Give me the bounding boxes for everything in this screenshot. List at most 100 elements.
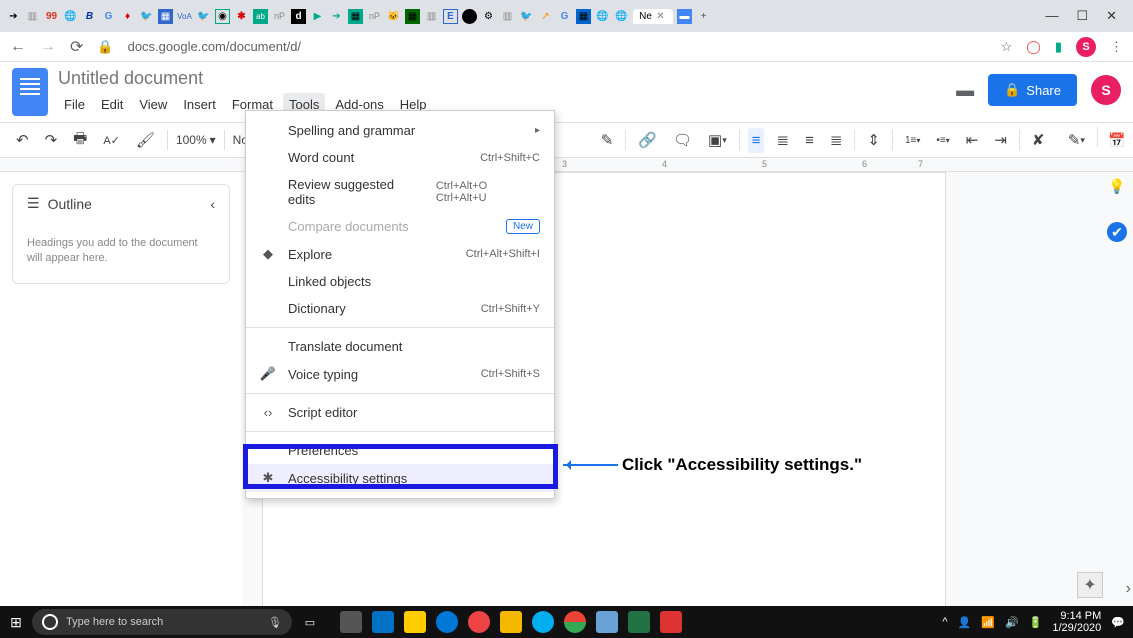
align-left-button[interactable]: ≡ xyxy=(748,128,765,153)
side-panel-show-button[interactable]: › xyxy=(1126,580,1131,598)
document-title[interactable]: Untitled document xyxy=(58,68,946,89)
tab-icon[interactable]: 99 xyxy=(44,9,59,24)
taskbar-app-icon[interactable] xyxy=(564,611,586,633)
tab-icon[interactable]: ▶ xyxy=(310,9,325,24)
tab-icon[interactable]: ▥ xyxy=(500,9,515,24)
tab-icon[interactable]: 🐦 xyxy=(196,9,211,24)
taskbar-app-icon[interactable] xyxy=(436,611,458,633)
tab-icon[interactable]: 🐦 xyxy=(139,9,154,24)
tab-icon[interactable]: G xyxy=(557,9,572,24)
tab-icon[interactable]: d xyxy=(291,9,306,24)
tab-icon[interactable]: 🌐 xyxy=(614,9,629,24)
undo-button[interactable]: ↶ xyxy=(12,127,33,153)
taskbar-app-icon[interactable] xyxy=(596,611,618,633)
tray-wifi-icon[interactable]: 📶 xyxy=(981,616,995,629)
tasks-icon[interactable]: ✔ xyxy=(1107,222,1127,242)
line-spacing-button[interactable]: ⇕ xyxy=(863,127,884,153)
tab-icon[interactable]: VoA xyxy=(177,9,192,24)
menu-view[interactable]: View xyxy=(133,93,173,116)
bookmark-star-icon[interactable]: ☆ xyxy=(1001,39,1013,55)
profile-avatar-icon[interactable]: S xyxy=(1076,37,1096,57)
tab-icon[interactable]: ab xyxy=(253,9,268,24)
reload-button[interactable]: ⟳ xyxy=(70,37,83,57)
menu-spelling[interactable]: Spelling and grammar ▸ xyxy=(246,117,554,144)
tab-icon[interactable]: ↗ xyxy=(538,9,553,24)
close-window-button[interactable]: ✕ xyxy=(1106,8,1117,24)
opera-ext-icon[interactable]: ◯ xyxy=(1026,39,1041,55)
add-comment-button[interactable]: 🗨 xyxy=(669,127,696,153)
increase-indent-button[interactable]: ⇥ xyxy=(990,127,1011,153)
tab-icon[interactable]: ◉ xyxy=(215,9,230,24)
tab-icon[interactable]: ➔ xyxy=(6,9,21,24)
menu-voice-typing[interactable]: 🎤 Voice typing Ctrl+Shift+S xyxy=(246,360,554,388)
tray-volume-icon[interactable]: 🔊 xyxy=(1005,616,1019,629)
taskbar-app-icon[interactable] xyxy=(372,611,394,633)
tab-active[interactable]: Ne ✕ xyxy=(633,9,673,24)
share-button[interactable]: 🔒 Share xyxy=(988,74,1077,106)
taskbar-app-icon[interactable] xyxy=(500,611,522,633)
taskbar-app-icon[interactable] xyxy=(340,611,362,633)
tray-user-icon[interactable]: 👤 xyxy=(958,616,972,629)
menu-review-edits[interactable]: Review suggested edits Ctrl+Alt+O Ctrl+A… xyxy=(246,171,554,213)
browser-menu-icon[interactable]: ⋮ xyxy=(1110,39,1123,55)
tab-icon[interactable]: ▬ xyxy=(677,9,692,24)
taskbar-search[interactable]: Type here to search 🎙 xyxy=(32,609,292,635)
tab-icon[interactable]: ▥ xyxy=(25,9,40,24)
align-center-button[interactable]: ≣ xyxy=(772,127,793,153)
menu-word-count[interactable]: Word count Ctrl+Shift+C xyxy=(246,144,554,171)
tab-icon[interactable]: ▦ xyxy=(576,9,591,24)
taskbar-app-icon[interactable] xyxy=(404,611,426,633)
tab-icon[interactable]: ▦ xyxy=(405,9,420,24)
numbered-list-button[interactable]: 1≡▾ xyxy=(901,131,924,150)
taskbar-app-icon[interactable] xyxy=(660,611,682,633)
menu-file[interactable]: File xyxy=(58,93,91,116)
bulleted-list-button[interactable]: •≡▾ xyxy=(932,131,953,150)
outline-collapse-button[interactable]: ‹ xyxy=(210,196,215,212)
taskbar-app-icon[interactable] xyxy=(532,611,554,633)
align-justify-button[interactable]: ≣ xyxy=(826,127,847,153)
start-button[interactable]: ⊞ xyxy=(0,614,32,631)
tab-icon[interactable]: ♦ xyxy=(120,9,135,24)
new-tab-button[interactable]: + xyxy=(696,9,711,24)
tab-icon[interactable]: B xyxy=(82,9,97,24)
menu-translate[interactable]: Translate document xyxy=(246,333,554,360)
align-right-button[interactable]: ≡ xyxy=(801,128,818,153)
tab-icon[interactable]: G xyxy=(101,9,116,24)
tab-icon[interactable]: 🌐 xyxy=(595,9,610,24)
forward-button[interactable]: → xyxy=(40,38,56,56)
tab-icon[interactable]: 🐦 xyxy=(519,9,534,24)
tray-overflow-button[interactable]: ^ xyxy=(942,616,947,628)
highlight-color-button[interactable]: ✎ xyxy=(597,127,618,153)
menu-script-editor[interactable]: ‹› Script editor xyxy=(246,399,554,426)
tab-icon[interactable]: 🌐 xyxy=(63,9,78,24)
tab-icon[interactable]: nP xyxy=(272,9,287,24)
zoom-select[interactable]: 100% ▾ xyxy=(176,133,216,147)
task-view-button[interactable]: ▭ xyxy=(300,616,320,629)
tray-battery-icon[interactable]: 🔋 xyxy=(1029,616,1043,629)
tab-icon[interactable]: ✱ xyxy=(234,9,249,24)
action-center-icon[interactable]: 💬 xyxy=(1111,616,1125,629)
tab-icon[interactable]: E xyxy=(443,9,458,24)
menu-insert[interactable]: Insert xyxy=(177,93,222,116)
editing-mode-button[interactable]: ✎ ▾ xyxy=(1064,127,1089,153)
calendar-icon[interactable]: 📅 xyxy=(1107,130,1127,150)
url-field[interactable]: docs.google.com/document/d/ xyxy=(128,39,987,54)
taskbar-clock[interactable]: 9:14 PM 1/29/2020 xyxy=(1052,610,1101,634)
back-button[interactable]: ← xyxy=(10,38,26,56)
insert-link-button[interactable]: 🔗 xyxy=(634,127,661,153)
menu-explore[interactable]: ◆ Explore Ctrl+Alt+Shift+I xyxy=(246,240,554,268)
clear-formatting-button[interactable]: ✘ xyxy=(1028,127,1049,153)
print-button[interactable]: 🖶 xyxy=(69,124,91,157)
explore-fab-button[interactable]: ✦ xyxy=(1077,572,1103,598)
tab-icon[interactable]: ▦ xyxy=(158,9,173,24)
keep-icon[interactable]: 💡 xyxy=(1107,176,1127,196)
tab-icon[interactable]: ⚙ xyxy=(481,9,496,24)
comments-icon[interactable]: ▬ xyxy=(956,80,974,101)
insert-image-button[interactable]: ▣▾ xyxy=(704,127,731,153)
taskbar-app-icon[interactable] xyxy=(628,611,650,633)
menu-dictionary[interactable]: Dictionary Ctrl+Shift+Y xyxy=(246,295,554,322)
menu-compare-docs[interactable]: Compare documents New xyxy=(246,213,554,240)
maximize-button[interactable]: ☐ xyxy=(1076,8,1088,24)
close-tab-icon[interactable]: ✕ xyxy=(653,9,668,24)
mic-icon[interactable]: 🎙 xyxy=(268,616,282,629)
